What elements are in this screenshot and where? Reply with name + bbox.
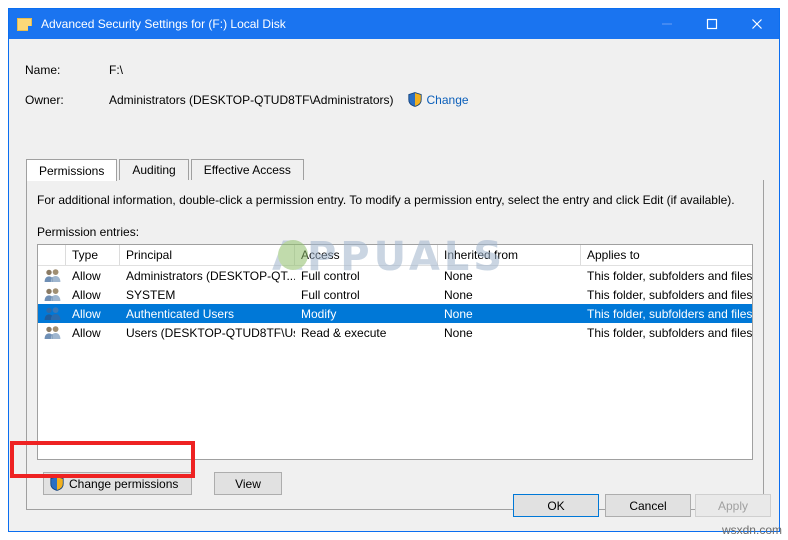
users-group-icon [38, 268, 66, 283]
info-text: For additional information, double-click… [37, 193, 735, 207]
row-principal: SYSTEM [126, 287, 176, 302]
table-row[interactable]: Allow Users (DESKTOP-QTUD8TF\Us... Read … [38, 323, 752, 342]
uac-shield-icon [50, 476, 64, 491]
tabstrip: Permissions Auditing Effective Access [26, 159, 764, 181]
ok-button[interactable]: OK [513, 494, 599, 517]
name-field-row: Name: F:\ [9, 63, 123, 77]
row-type: Allow [72, 325, 101, 340]
change-permissions-label: Change permissions [69, 476, 179, 491]
row-access: Modify [301, 306, 337, 321]
column-header-principal[interactable]: Principal [120, 245, 295, 265]
owner-field-row: Owner: Administrators (DESKTOP-QTUD8TF\A… [9, 92, 469, 107]
folder-icon [17, 17, 33, 31]
row-principal: Administrators (DESKTOP-QT... [126, 268, 295, 283]
row-type: Allow [72, 268, 101, 283]
tab-auditing[interactable]: Auditing [119, 159, 189, 180]
row-type: Allow [72, 306, 101, 321]
users-group-icon [38, 325, 66, 340]
row-inherited-from: None [444, 268, 473, 283]
permission-entries-label: Permission entries: [37, 225, 140, 239]
window-title: Advanced Security Settings for (F:) Loca… [41, 17, 286, 31]
permission-entries-listview[interactable]: Type Principal Access Inherited from App… [37, 244, 753, 460]
listview-header: Type Principal Access Inherited from App… [38, 245, 752, 266]
close-icon[interactable] [734, 9, 779, 39]
view-button[interactable]: View [214, 472, 282, 495]
name-label: Name: [25, 63, 61, 77]
tab-effective-access[interactable]: Effective Access [190, 159, 304, 180]
row-applies-to: This folder, subfolders and files [587, 325, 752, 340]
minimize-icon[interactable] [644, 9, 689, 39]
row-access: Read & execute [301, 325, 387, 340]
maximize-icon[interactable] [689, 9, 734, 39]
change-owner-link[interactable]: Change [427, 93, 469, 107]
dialog-client-area: Name: F:\ Owner: Administrators (DESKTOP… [9, 39, 779, 531]
row-inherited-from: None [444, 287, 473, 302]
users-group-icon [38, 306, 66, 321]
row-access: Full control [301, 287, 360, 302]
owner-label: Owner: [25, 92, 64, 107]
table-row[interactable]: Allow Administrators (DESKTOP-QT... Full… [38, 266, 752, 285]
permissions-tab-page: For additional information, double-click… [26, 180, 764, 510]
users-group-icon [38, 287, 66, 302]
row-applies-to: This folder, subfolders and files [587, 306, 752, 321]
row-principal: Users (DESKTOP-QTUD8TF\Us... [126, 325, 295, 340]
advanced-security-settings-window: Advanced Security Settings for (F:) Loca… [8, 8, 780, 532]
window-titlebar: Advanced Security Settings for (F:) Loca… [9, 9, 779, 39]
uac-shield-icon [407, 92, 422, 107]
tab-permissions[interactable]: Permissions [26, 159, 118, 181]
apply-button: Apply [695, 494, 771, 517]
row-access: Full control [301, 268, 360, 283]
table-row[interactable]: Allow Authenticated Users Modify None Th… [38, 304, 752, 323]
row-type: Allow [72, 287, 101, 302]
row-principal: Authenticated Users [126, 306, 235, 321]
owner-value: Administrators (DESKTOP-QTUD8TF\Administ… [109, 92, 394, 107]
row-inherited-from: None [444, 306, 473, 321]
row-applies-to: This folder, subfolders and files [587, 268, 752, 283]
column-header-access[interactable]: Access [295, 245, 438, 265]
column-header-icon[interactable] [38, 245, 66, 265]
screenshot-root: Advanced Security Settings for (F:) Loca… [0, 0, 788, 540]
change-permissions-button[interactable]: Change permissions [43, 472, 192, 495]
row-inherited-from: None [444, 325, 473, 340]
name-value: F:\ [109, 63, 123, 77]
table-row[interactable]: Allow SYSTEM Full control None This fold… [38, 285, 752, 304]
window-controls [644, 9, 779, 39]
cancel-button[interactable]: Cancel [605, 494, 691, 517]
column-header-inherited-from[interactable]: Inherited from [438, 245, 581, 265]
row-applies-to: This folder, subfolders and files [587, 287, 752, 302]
column-header-type[interactable]: Type [66, 245, 120, 265]
column-header-applies-to[interactable]: Applies to [581, 245, 752, 265]
